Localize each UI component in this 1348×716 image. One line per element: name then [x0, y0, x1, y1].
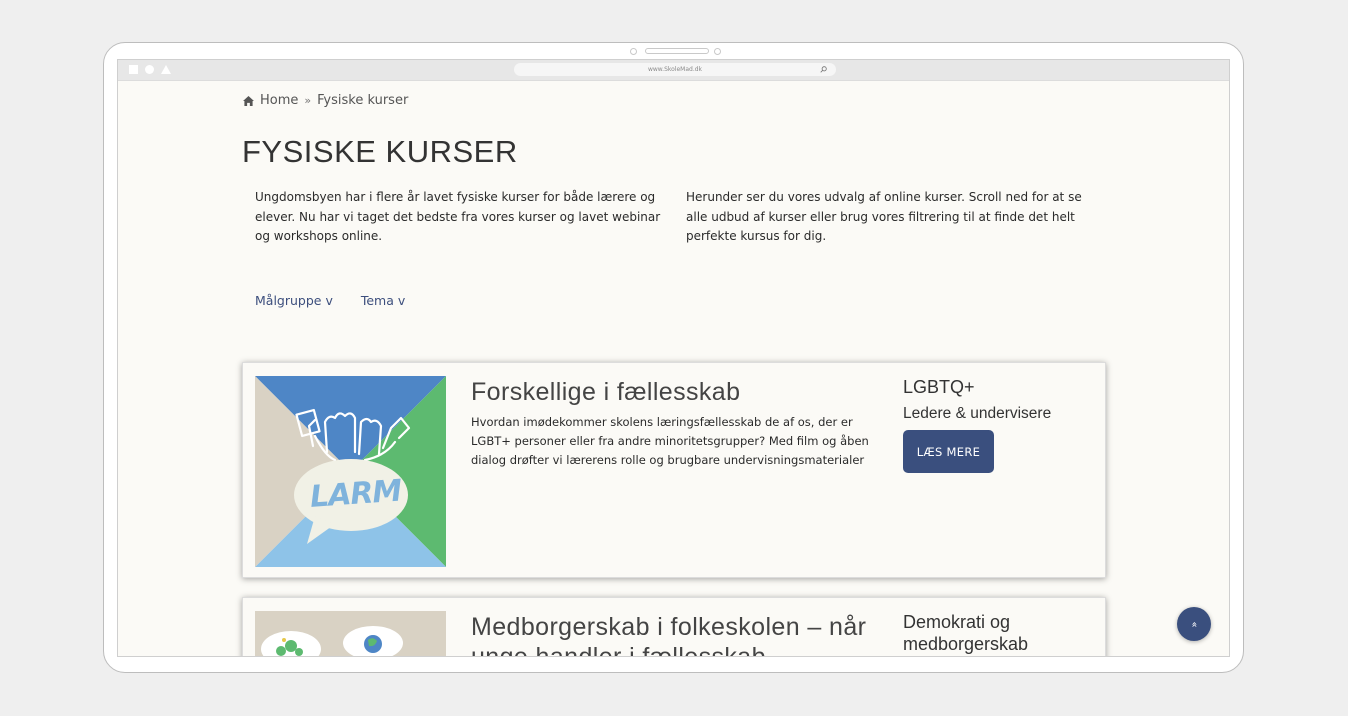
course-title[interactable]: Medborgerskab i folkeskolen – når unge h…	[471, 612, 871, 656]
scroll-to-top-button[interactable]: «	[1177, 607, 1211, 641]
citizenship-illustration	[255, 611, 446, 656]
filter-target-group-dropdown[interactable]: Målgruppe v	[255, 293, 333, 308]
course-card: LARM Forskellige i fællesskab Hvordan im…	[242, 362, 1106, 578]
course-title[interactable]: Forskellige i fællesskab	[471, 377, 871, 407]
search-icon	[820, 66, 827, 73]
course-tag: Demokrati og medborgerskab	[903, 612, 1029, 654]
larm-illustration	[255, 376, 446, 567]
home-icon	[243, 95, 254, 106]
breadcrumb-current: Fysiske kurser	[317, 93, 409, 108]
window-circle-icon[interactable]	[145, 65, 154, 74]
filter-theme-dropdown[interactable]: Tema v	[361, 293, 405, 308]
double-chevron-up-icon: «	[1188, 620, 1200, 628]
filter-bar: Målgruppe v Tema v	[255, 293, 405, 308]
intro-text-right: Herunder ser du vores udvalg af online k…	[686, 190, 1082, 243]
breadcrumb-separator: »	[304, 94, 312, 107]
course-image-larm[interactable]: LARM	[255, 376, 446, 567]
course-image-citizenship[interactable]	[255, 611, 446, 656]
course-card: Medborgerskab i folkeskolen – når unge h…	[242, 597, 1106, 656]
intro-text-left: Ungdomsbyen har i flere år lavet fysiske…	[255, 190, 661, 243]
sensor-dot	[714, 48, 721, 55]
breadcrumb-home-link[interactable]: Home	[260, 93, 298, 108]
course-tag: LGBTQ+	[903, 377, 975, 397]
course-description: Hvordan imødekommer skolens læringsfælle…	[471, 415, 869, 467]
page-title: FYSISKE KURSER	[242, 134, 518, 169]
browser-screen: www.SkoleMad.dk Home » Fysiske kurser FY…	[117, 59, 1230, 657]
breadcrumb: Home » Fysiske kurser	[243, 93, 408, 108]
url-text: www.SkoleMad.dk	[647, 66, 703, 73]
browser-toolbar: www.SkoleMad.dk	[118, 60, 1229, 81]
course-audience: Ledere & undervisere	[903, 405, 1052, 422]
course-image-text: LARM	[308, 473, 403, 515]
window-square-icon[interactable]	[129, 65, 138, 74]
address-bar[interactable]: www.SkoleMad.dk	[514, 63, 836, 76]
read-more-button[interactable]: LÆS MERE	[903, 430, 994, 473]
window-triangle-icon[interactable]	[161, 65, 171, 74]
camera-dot	[630, 48, 637, 55]
speaker-grille	[645, 48, 709, 54]
